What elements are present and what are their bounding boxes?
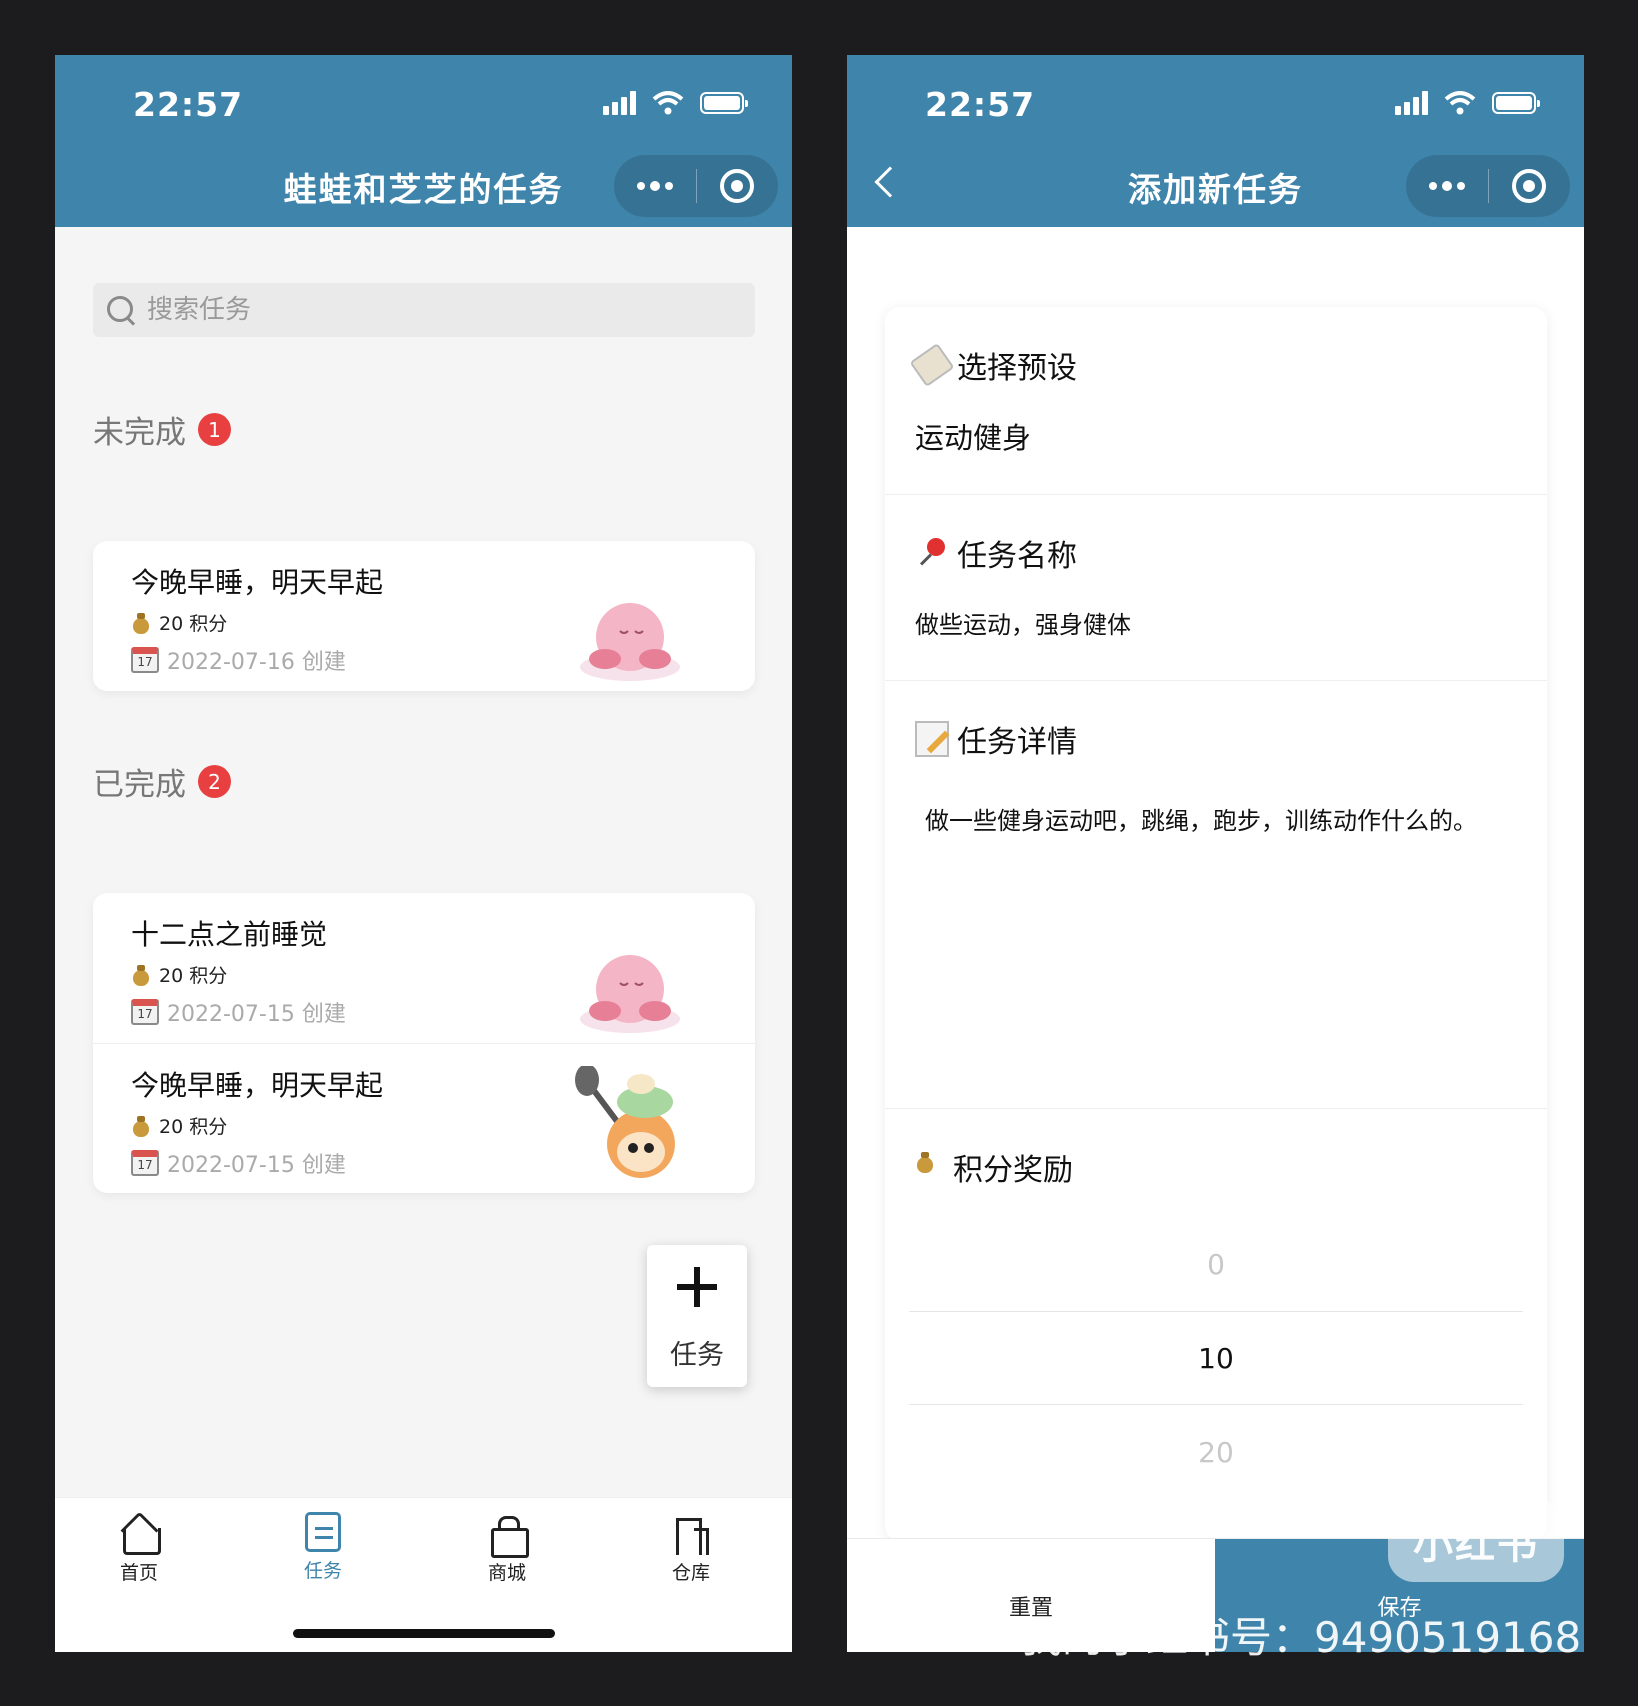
completed-task-card: 十二点之前睡觉 20 积分 17 2022-07-15 创建 今晚早睡，明天早起 … — [93, 893, 755, 1193]
target-icon — [1512, 169, 1547, 203]
task-name-label: 任务名称 — [915, 531, 1517, 575]
pushpin-icon — [915, 536, 949, 570]
preset-field[interactable]: 选择预设 运动健身 — [885, 307, 1547, 495]
moneybag-icon — [131, 612, 151, 634]
tab-store[interactable]: 商城 — [447, 1512, 567, 1585]
picker-option[interactable]: 20 — [909, 1405, 1523, 1499]
close-mini-program-button[interactable] — [1489, 155, 1571, 217]
task-form: 选择预设 运动健身 任务名称 做些运动，强身健体 任务详情 做一些健身运动吧，跳… — [885, 307, 1547, 1540]
tab-warehouse[interactable]: 仓库 — [631, 1512, 751, 1585]
tab-home[interactable]: 首页 — [79, 1512, 199, 1585]
reward-label: 积分奖励 — [915, 1145, 1517, 1189]
more-icon — [636, 181, 673, 191]
add-task-button[interactable]: 任务 — [647, 1245, 747, 1387]
add-task-label: 任务 — [670, 1340, 724, 1371]
wifi-icon — [1444, 91, 1476, 115]
mini-program-capsule — [1406, 155, 1570, 217]
home-icon — [118, 1512, 161, 1555]
home-indicator — [293, 1629, 555, 1638]
signal-icon — [1395, 91, 1428, 115]
preset-value: 运动健身 — [915, 421, 1032, 455]
task-name-input[interactable]: 做些运动，强身健体 — [915, 605, 1517, 640]
moneybag-icon — [915, 1151, 945, 1183]
memo-icon — [915, 721, 949, 757]
preset-label: 选择预设 — [909, 342, 1517, 388]
task-detail-label: 任务详情 — [915, 717, 1517, 761]
status-icons — [1395, 91, 1540, 115]
wifi-icon — [652, 91, 684, 115]
tab-bar: 首页 任务 商城 仓库 — [55, 1497, 792, 1652]
completed-section-title: 已完成 2 — [93, 759, 231, 804]
tab-label: 仓库 — [671, 1562, 710, 1584]
task-row[interactable]: 今晚早睡，明天早起 20 积分 17 2022-07-15 创建 — [93, 1043, 755, 1193]
picker-option-selected[interactable]: 10 — [909, 1311, 1523, 1405]
close-mini-program-button[interactable] — [697, 155, 779, 217]
battery-icon — [1492, 92, 1540, 114]
calendar-icon: 17 — [131, 999, 159, 1025]
reward-picker[interactable]: 0 10 20 — [909, 1217, 1523, 1499]
more-button[interactable] — [1406, 155, 1488, 217]
incomplete-label: 未完成 — [93, 415, 186, 451]
mini-program-capsule — [614, 155, 778, 217]
building-icon — [670, 1512, 712, 1555]
search-bar[interactable] — [93, 283, 755, 337]
reward-field: 积分奖励 — [885, 1109, 1547, 1209]
status-time: 22:57 — [925, 85, 1036, 124]
completed-count-badge: 2 — [198, 765, 231, 798]
picker-option[interactable]: 0 — [909, 1217, 1523, 1311]
plus-icon — [677, 1267, 717, 1307]
task-row[interactable]: 今晚早睡，明天早起 20 积分 17 2022-07-16 创建 — [93, 541, 755, 691]
pink-puff-mascot-icon — [580, 955, 680, 1033]
document-icon — [305, 1512, 341, 1552]
calendar-icon: 17 — [131, 1150, 159, 1176]
battery-icon — [700, 92, 748, 114]
add-task-screen: 22:57 添加新任务 选择预设 运动健身 任务名称 做些运动，强身健体 任务详… — [847, 55, 1584, 1652]
task-detail-textarea[interactable]: 做一些健身运动吧，跳绳，跑步，训练动作什么的。 — [925, 801, 1517, 836]
calendar-icon: 17 — [131, 647, 159, 673]
header: 22:57 添加新任务 — [847, 55, 1584, 227]
chef-mascot-icon — [575, 1066, 675, 1178]
gift-icon — [486, 1512, 529, 1558]
incomplete-count-badge: 1 — [198, 413, 231, 446]
completed-label: 已完成 — [93, 767, 186, 803]
incomplete-section-title: 未完成 1 — [93, 407, 231, 452]
task-detail-field[interactable]: 任务详情 做一些健身运动吧，跳绳，跑步，训练动作什么的。 — [885, 681, 1547, 1109]
moneybag-icon — [131, 1115, 151, 1137]
task-row[interactable]: 十二点之前睡觉 20 积分 17 2022-07-15 创建 — [93, 893, 755, 1043]
more-icon — [1428, 181, 1465, 191]
search-input[interactable] — [147, 295, 707, 325]
incomplete-task-card: 今晚早睡，明天早起 20 积分 17 2022-07-16 创建 — [93, 541, 755, 691]
pink-puff-mascot-icon — [580, 603, 680, 681]
task-name-field[interactable]: 任务名称 做些运动，强身健体 — [885, 495, 1547, 681]
status-icons — [603, 91, 748, 115]
watermark-text: 我的小红书号：9490519168 — [1020, 1613, 1582, 1662]
task-list-screen: 22:57 蛙蛙和芝芝的任务 未完成 1 今晚早睡，明天早起 20 积分 172… — [55, 55, 792, 1652]
signal-icon — [603, 91, 636, 115]
status-time: 22:57 — [133, 85, 244, 124]
moneybag-icon — [131, 964, 151, 986]
more-button[interactable] — [614, 155, 696, 217]
tab-label: 商城 — [487, 1562, 526, 1584]
watermark-logo: 小红书 — [1388, 1500, 1564, 1582]
tab-tasks[interactable]: 任务 — [263, 1512, 383, 1583]
tag-icon — [909, 342, 955, 388]
search-icon — [105, 294, 137, 326]
tab-label: 首页 — [119, 1562, 158, 1584]
header: 22:57 蛙蛙和芝芝的任务 — [55, 55, 792, 227]
target-icon — [720, 169, 755, 203]
tab-label: 任务 — [303, 1560, 342, 1582]
